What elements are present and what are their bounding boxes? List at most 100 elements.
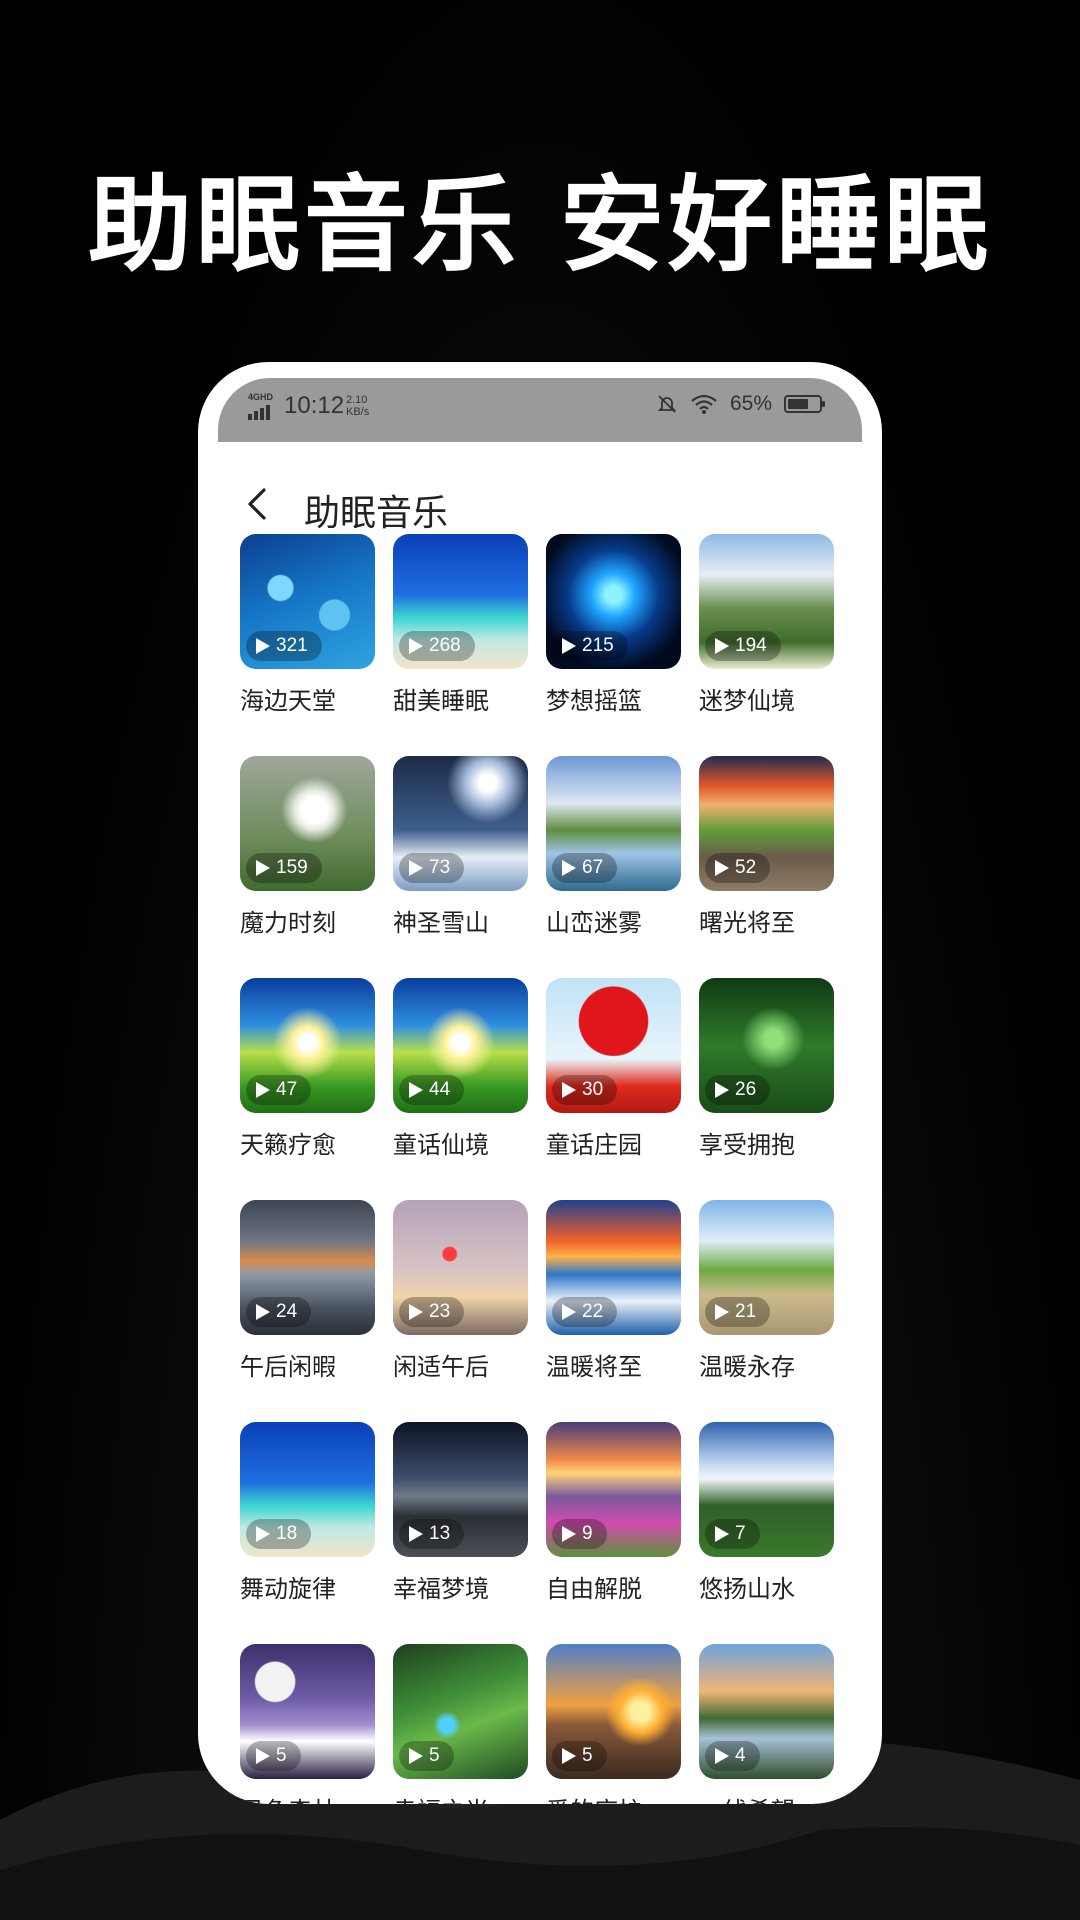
- play-count-badge: 4: [705, 1741, 760, 1771]
- play-count: 44: [429, 1079, 451, 1100]
- play-count-badge: 7: [705, 1519, 760, 1549]
- music-tile[interactable]: 21 温暖永存: [699, 1200, 834, 1382]
- music-thumbnail[interactable]: 30: [546, 978, 681, 1113]
- status-icons: 65%: [656, 392, 825, 416]
- music-thumbnail[interactable]: 73: [393, 756, 528, 891]
- play-icon: [715, 860, 729, 876]
- music-thumbnail[interactable]: 44: [393, 978, 528, 1113]
- play-count: 26: [735, 1079, 757, 1100]
- music-tile[interactable]: 24 午后闲暇: [240, 1200, 375, 1382]
- music-tile[interactable]: 18 舞动旋律: [240, 1422, 375, 1604]
- play-count: 67: [582, 857, 604, 878]
- music-tile[interactable]: 22 温暖将至: [546, 1200, 681, 1382]
- music-title: 温暖将至: [546, 1353, 642, 1381]
- music-title: 梦想摇篮: [546, 687, 642, 715]
- music-thumbnail[interactable]: 18: [240, 1422, 375, 1557]
- music-thumbnail[interactable]: 4: [699, 1644, 834, 1779]
- signal-icon: 4GHD: [248, 392, 278, 426]
- play-icon: [562, 860, 576, 876]
- back-arrow-icon[interactable]: [240, 484, 276, 524]
- battery-icon: [784, 395, 825, 413]
- music-thumbnail[interactable]: 52: [699, 756, 834, 891]
- music-thumbnail[interactable]: 23: [393, 1200, 528, 1335]
- music-title: 曙光将至: [699, 909, 795, 937]
- music-tile[interactable]: 5 幸福之光: [393, 1644, 528, 1804]
- play-count: 5: [582, 1745, 593, 1766]
- music-thumbnail[interactable]: 215: [546, 534, 681, 669]
- music-title: 舞动旋律: [240, 1575, 336, 1603]
- music-title: 神圣雪山: [393, 909, 489, 937]
- play-count: 5: [429, 1745, 440, 1766]
- play-icon: [409, 860, 423, 876]
- page-title: 助眠音乐: [304, 493, 449, 534]
- music-title: 温暖永存: [699, 1353, 795, 1381]
- music-thumbnail[interactable]: 24: [240, 1200, 375, 1335]
- play-count: 22: [582, 1301, 604, 1322]
- music-thumbnail[interactable]: 9: [546, 1422, 681, 1557]
- play-count-badge: 47: [246, 1075, 312, 1105]
- music-thumbnail[interactable]: 47: [240, 978, 375, 1113]
- play-icon: [715, 638, 729, 654]
- status-time: 10:12: [284, 392, 345, 419]
- music-tile[interactable]: 67 山峦迷雾: [546, 756, 681, 938]
- play-count: 47: [276, 1079, 298, 1100]
- phone-frame: 4GHD 10:12 2.10 KB/s 65% 助眠音乐 321 海边天堂 2…: [198, 362, 882, 1804]
- play-count-badge: 52: [705, 853, 771, 883]
- music-thumbnail[interactable]: 194: [699, 534, 834, 669]
- music-tile[interactable]: 194 迷梦仙境: [699, 534, 834, 716]
- play-icon: [409, 638, 423, 654]
- music-thumbnail[interactable]: 21: [699, 1200, 834, 1335]
- music-thumbnail[interactable]: 321: [240, 534, 375, 669]
- play-count-badge: 13: [399, 1519, 465, 1549]
- music-tile[interactable]: 159 魔力时刻: [240, 756, 375, 938]
- play-count-badge: 73: [399, 853, 465, 883]
- music-tile[interactable]: 7 悠扬山水: [699, 1422, 834, 1604]
- music-tile[interactable]: 47 天籁疗愈: [240, 978, 375, 1160]
- music-thumbnail[interactable]: 159: [240, 756, 375, 891]
- music-thumbnail[interactable]: 5: [546, 1644, 681, 1779]
- music-title: 迷梦仙境: [699, 687, 795, 715]
- play-count-badge: 21: [705, 1297, 771, 1327]
- music-tile[interactable]: 52 曙光将至: [699, 756, 834, 938]
- music-thumbnail[interactable]: 7: [699, 1422, 834, 1557]
- music-title: 午后闲暇: [240, 1353, 336, 1381]
- play-count: 215: [582, 635, 614, 656]
- music-thumbnail[interactable]: 22: [546, 1200, 681, 1335]
- play-count-badge: 23: [399, 1297, 465, 1327]
- music-title: 天籁疗愈: [240, 1131, 336, 1159]
- music-title: 爱的庇护: [546, 1791, 681, 1804]
- music-thumbnail[interactable]: 26: [699, 978, 834, 1113]
- play-count-badge: 24: [246, 1297, 312, 1327]
- play-count: 7: [735, 1523, 746, 1544]
- music-tile[interactable]: 23 闲适午后: [393, 1200, 528, 1382]
- play-count-badge: 26: [705, 1075, 771, 1105]
- play-count-badge: 215: [552, 631, 628, 661]
- music-tile[interactable]: 4 一线希望: [699, 1644, 834, 1804]
- music-tile[interactable]: 13 幸福梦境: [393, 1422, 528, 1604]
- music-tile[interactable]: 215 梦想摇篮: [546, 534, 681, 716]
- music-tile[interactable]: 26 享受拥抱: [699, 978, 834, 1160]
- music-tile[interactable]: 5 月色森林: [240, 1644, 375, 1804]
- music-thumbnail[interactable]: 5: [240, 1644, 375, 1779]
- music-tile[interactable]: 73 神圣雪山: [393, 756, 528, 938]
- music-tile[interactable]: 268 甜美睡眠: [393, 534, 528, 716]
- music-title: 月色森林: [240, 1791, 375, 1804]
- music-tile[interactable]: 44 童话仙境: [393, 978, 528, 1160]
- music-tile[interactable]: 321 海边天堂: [240, 534, 375, 716]
- play-icon: [409, 1304, 423, 1320]
- music-tile[interactable]: 30 童话庄园: [546, 978, 681, 1160]
- play-count-badge: 5: [552, 1741, 607, 1771]
- music-tile[interactable]: 5 爱的庇护: [546, 1644, 681, 1804]
- play-icon: [256, 1304, 270, 1320]
- music-thumbnail[interactable]: 13: [393, 1422, 528, 1557]
- music-thumbnail[interactable]: 268: [393, 534, 528, 669]
- music-thumbnail[interactable]: 67: [546, 756, 681, 891]
- play-icon: [256, 638, 270, 654]
- music-tile[interactable]: 9 自由解脱: [546, 1422, 681, 1604]
- mute-bell-icon: [657, 395, 677, 413]
- play-count: 23: [429, 1301, 451, 1322]
- music-thumbnail[interactable]: 5: [393, 1644, 528, 1779]
- play-icon: [256, 860, 270, 876]
- play-count: 268: [429, 635, 461, 656]
- play-count-badge: 321: [246, 631, 322, 661]
